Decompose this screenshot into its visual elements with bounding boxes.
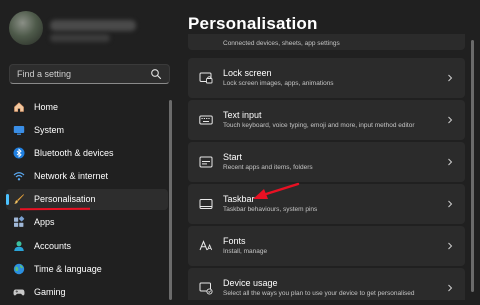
- chevron-right-icon: [448, 74, 453, 82]
- paintbrush-icon: [13, 193, 25, 205]
- chevron-right-icon: [448, 158, 453, 166]
- card-subtitle: Recent apps and items, folders: [223, 164, 313, 171]
- account-name-redacted: [50, 20, 136, 31]
- home-icon: [13, 101, 25, 113]
- sidebar-item-system[interactable]: System: [6, 119, 168, 140]
- sidebar-item-label: Accounts: [34, 240, 72, 251]
- navigation-pane: Home System Bluetooth & devices Network …: [0, 0, 178, 300]
- globe-icon: [13, 263, 25, 275]
- chevron-right-icon: [448, 284, 453, 292]
- account-email-redacted: [50, 34, 110, 42]
- sidebar-item-label: Personalisation: [34, 194, 96, 205]
- card-title: Text input: [223, 110, 262, 120]
- sidebar-item-network[interactable]: Network & internet: [6, 166, 168, 187]
- display-icon: [13, 124, 25, 136]
- wifi-icon: [13, 170, 25, 182]
- page-title: Personalisation: [188, 14, 318, 33]
- settings-card-lock-screen[interactable]: Lock screen Lock screen images, apps, an…: [188, 58, 465, 98]
- settings-list: Connected devices, sheets, app settings …: [188, 34, 465, 300]
- sidebar-item-apps[interactable]: Apps: [6, 212, 168, 233]
- sidebar-item-bluetooth-devices[interactable]: Bluetooth & devices: [6, 142, 168, 163]
- sidebar-scrollbar[interactable]: [169, 100, 172, 300]
- sidebar-item-label: Network & internet: [34, 171, 109, 182]
- search-input[interactable]: [17, 69, 150, 79]
- card-title: Lock screen: [223, 68, 272, 78]
- card-title: Taskbar: [223, 194, 255, 204]
- taskbar-icon: [199, 197, 213, 211]
- bluetooth-icon: [13, 147, 25, 159]
- sidebar-item-label: Time & language: [34, 263, 102, 274]
- card-subtitle: Select all the ways you plan to use your…: [223, 290, 415, 297]
- sidebar-item-home[interactable]: Home: [6, 96, 168, 117]
- avatar[interactable]: [9, 11, 43, 45]
- card-title: Device usage: [223, 278, 278, 288]
- account-icon: [13, 240, 25, 252]
- gamepad-icon: [13, 286, 25, 298]
- card-title: Start: [223, 152, 243, 162]
- settings-card-fonts[interactable]: Fonts Install, manage: [188, 226, 465, 266]
- card-subtitle: Lock screen images, apps, animations: [223, 80, 334, 87]
- settings-card-device-usage[interactable]: Device usage Select all the ways you pla…: [188, 268, 465, 300]
- chevron-right-icon: [448, 242, 453, 250]
- sidebar-item-label: Apps: [34, 217, 55, 228]
- chevron-right-icon: [448, 200, 453, 208]
- keyboard-icon: [199, 113, 213, 127]
- settings-card-start[interactable]: Start Recent apps and items, folders: [188, 142, 465, 182]
- settings-card-taskbar[interactable]: Taskbar Taskbar behaviours, system pins: [188, 184, 465, 224]
- sidebar-item-label: Home: [34, 101, 59, 112]
- card-subtitle: Install, manage: [223, 248, 268, 255]
- start-icon: [199, 155, 213, 169]
- card-title: Fonts: [223, 236, 246, 246]
- sidebar-item-accounts[interactable]: Accounts: [6, 235, 168, 256]
- settings-card-partial[interactable]: Connected devices, sheets, app settings: [188, 34, 465, 50]
- fonts-icon: [199, 239, 213, 253]
- sidebar-item-label: Bluetooth & devices: [34, 147, 114, 158]
- sidebar-item-label: Gaming: [34, 287, 66, 297]
- sidebar-item-label: System: [34, 124, 65, 135]
- main-scrollbar[interactable]: [471, 40, 474, 292]
- sidebar-item-gaming[interactable]: Gaming: [6, 282, 168, 303]
- apps-icon: [13, 216, 25, 228]
- search-box[interactable]: [9, 64, 170, 84]
- device-usage-icon: [199, 281, 213, 295]
- search-icon[interactable]: [150, 68, 162, 80]
- sidebar-nav: Home System Bluetooth & devices Network …: [6, 96, 168, 305]
- card-subtitle: Taskbar behaviours, system pins: [223, 206, 318, 213]
- settings-card-text-input[interactable]: Text input Touch keyboard, voice typing,…: [188, 100, 465, 140]
- sidebar-item-time-language[interactable]: Time & language: [6, 258, 168, 279]
- card-subtitle: Touch keyboard, voice typing, emoji and …: [223, 122, 415, 129]
- sidebar-item-personalisation[interactable]: Personalisation: [6, 188, 168, 210]
- lock-screen-icon: [199, 71, 213, 85]
- card-subtitle: Connected devices, sheets, app settings: [223, 39, 340, 47]
- chevron-right-icon: [448, 116, 453, 124]
